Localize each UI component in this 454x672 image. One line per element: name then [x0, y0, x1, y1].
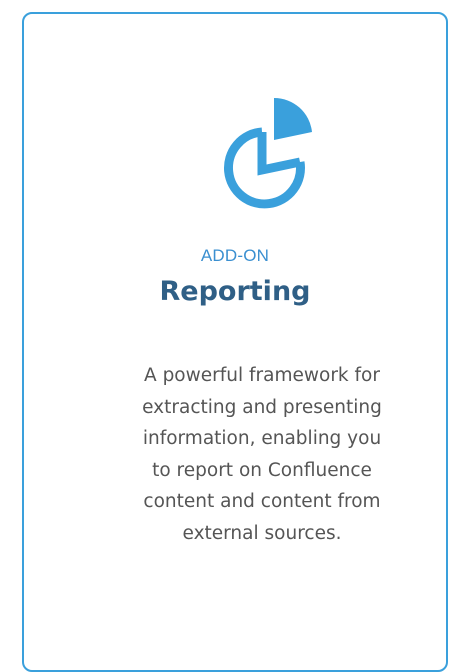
card-description: A powerful framework for extracting and … [142, 365, 382, 544]
pie-chart-icon [223, 97, 312, 209]
card-title: Reporting [159, 276, 311, 307]
addon-card[interactable]: ADD-ON Reporting A powerful framework fo… [22, 12, 448, 672]
addon-label: ADD-ON [200, 246, 270, 265]
